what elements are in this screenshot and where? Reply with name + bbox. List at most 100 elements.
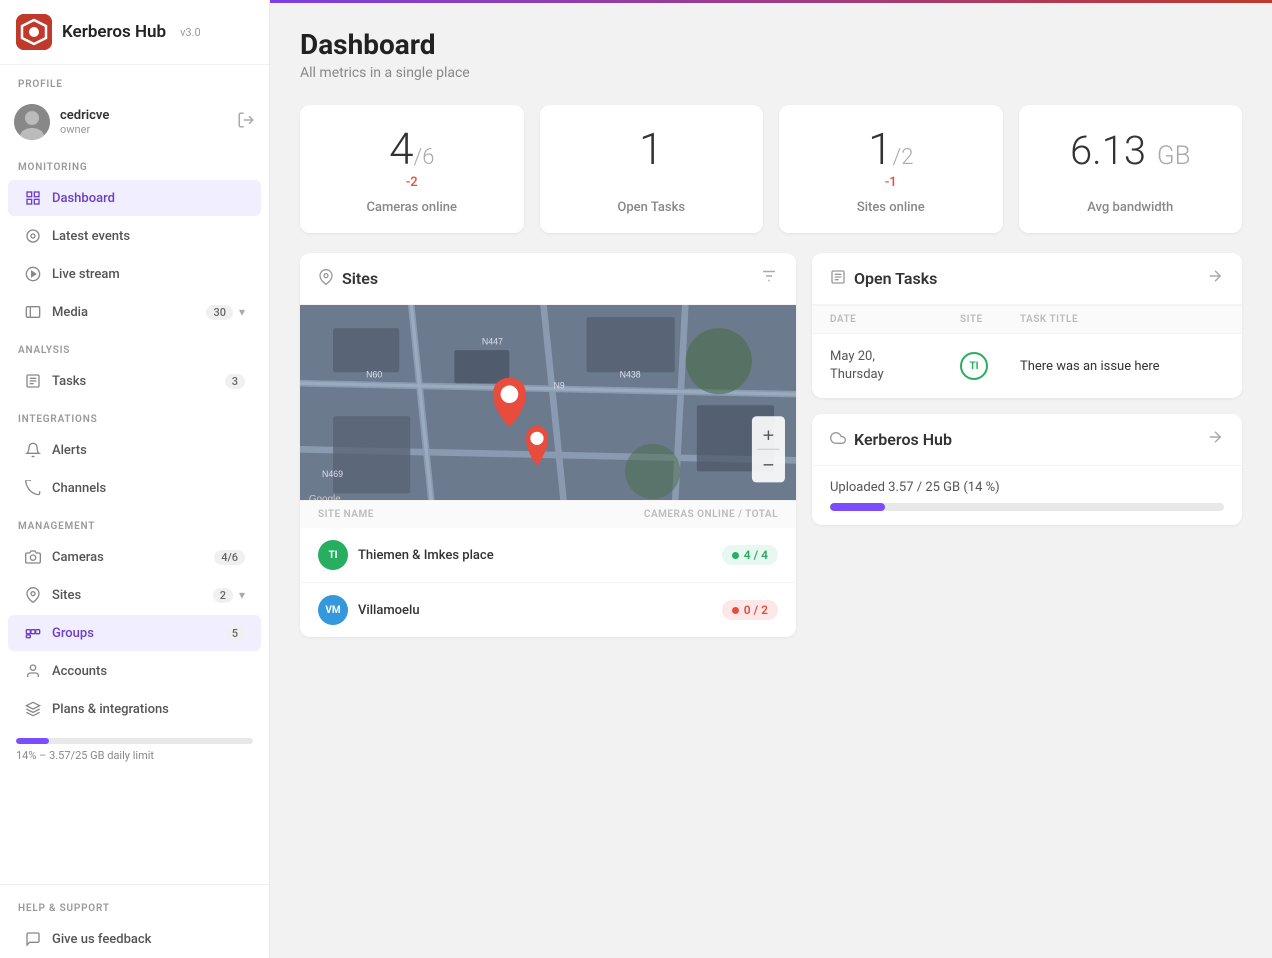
logo-icon [16,14,52,50]
bandwidth-value: 6.13 GB [1070,127,1191,171]
sidebar-item-dashboard[interactable]: Dashboard [8,180,261,216]
sidebar-item-groups[interactable]: Groups 5 [8,615,261,651]
site-row[interactable]: TI Thiemen & Imkes place 4 / 4 [300,528,796,582]
sidebar-item-latest-events[interactable]: Latest events [8,218,261,254]
sites-filter-button[interactable] [760,267,778,290]
sidebar-logo: Kerberos Hub v3.0 [0,0,269,65]
sites-value: 1/2 [868,127,913,171]
hub-bar-fill [830,503,885,511]
svg-text:N469: N469 [322,469,343,479]
status-dot-1 [732,552,739,559]
top-progress-bar [270,0,1272,3]
cameras-badge-1: 4 / 4 [722,545,778,565]
svg-text:−: − [763,454,775,476]
cameras-badge-2: 0 / 2 [722,600,778,620]
sidebar-item-live-stream[interactable]: Live stream [8,256,261,292]
hub-card-header: Kerberos Hub [812,414,1242,466]
hub-nav-button[interactable] [1206,428,1224,451]
sites-map: N60 N447 N9 N438 N469 [300,305,796,500]
monitoring-section-label: MONITORING [0,148,269,179]
tasks-nav-button[interactable] [1206,267,1224,290]
media-badge: 30 [206,305,233,320]
sidebar-item-sites[interactable]: Sites 2 ▾ [8,577,261,613]
svg-text:N60: N60 [366,370,382,380]
avatar [14,104,50,140]
dashboard-icon [24,189,42,207]
management-section-label: MANAGEMENT [0,507,269,538]
hub-card-title: Kerberos Hub [854,430,1198,449]
svg-text:N438: N438 [620,370,641,380]
accounts-label: Accounts [52,664,107,679]
help-section-label: HELP & SUPPORT [0,889,269,920]
site-name-cell: TI Thiemen & Imkes place [318,540,722,570]
profile-info: cedricve owner [60,108,227,136]
cameras-icon [24,548,42,566]
profile-row: cedricve owner [0,96,269,148]
svg-text:N9: N9 [554,381,565,391]
sidebar-item-cameras[interactable]: Cameras 4/6 [8,539,261,575]
tasks-badge: 3 [225,374,245,389]
plans-label: Plans & integrations [52,702,169,717]
task-row[interactable]: May 20, Thursday TI There was an issue h… [812,333,1242,398]
tasks-card-header: Open Tasks [812,253,1242,305]
right-col: Open Tasks DATE SITE TASK TITLE May 20, [812,253,1242,637]
cameras-label: Cameras online [366,200,457,215]
site-name-1: Thiemen & Imkes place [358,548,494,563]
cameras-value: 4/6 [389,127,434,171]
sidebar-item-alerts[interactable]: Alerts [8,432,261,468]
channels-icon [24,479,42,497]
hub-bar-track [830,503,1224,511]
site-avatar-vm: VM [318,595,348,625]
tasks-card-title: Open Tasks [854,269,1198,288]
status-dot-2 [732,607,739,614]
bandwidth-delta [1129,175,1132,190]
page-title: Dashboard [300,28,1242,61]
tasks-label: Tasks [52,374,86,389]
sidebar-item-accounts[interactable]: Accounts [8,653,261,689]
sites-card: Sites [300,253,796,637]
feedback-label: Give us feedback [52,932,151,947]
profile-section-label: PROFILE [0,65,269,96]
cameras-label: Cameras [52,550,104,565]
sidebar-item-feedback[interactable]: Give us feedback [8,921,261,957]
sites-table-header: SITE NAME CAMERAS ONLINE / TOTAL [300,500,796,528]
channels-label: Channels [52,481,106,496]
hub-storage-text: Uploaded 3.57 / 25 GB (14 %) [812,466,1242,503]
latest-events-label: Latest events [52,229,130,244]
sidebar-item-channels[interactable]: Channels [8,470,261,506]
app-name: Kerberos Hub [62,22,166,42]
sidebar-item-plans[interactable]: Plans & integrations [8,691,261,727]
svg-text:N447: N447 [482,337,503,347]
svg-text:Google: Google [309,494,341,500]
tasks-delta [650,175,653,190]
cameras-badge: 4/6 [214,550,245,565]
live-stream-icon [24,265,42,283]
sites-card-icon [318,269,334,289]
tasks-value: 1 [639,127,663,171]
dashboard-label: Dashboard [52,191,115,206]
hub-card: Kerberos Hub Uploaded 3.57 / 25 GB (14 %… [812,414,1242,525]
help-section: HELP & SUPPORT Give us feedback [0,884,269,958]
sidebar-item-tasks[interactable]: Tasks 3 [8,363,261,399]
profile-username: cedricve [60,108,227,123]
sites-chevron: ▾ [239,588,245,602]
metric-sites: 1/2 -1 Sites online [779,105,1003,233]
logout-button[interactable] [237,111,255,134]
groups-label: Groups [52,626,94,641]
sites-card-header: Sites [300,253,796,305]
site-row[interactable]: VM Villamoelu 0 / 2 [300,582,796,637]
alerts-label: Alerts [52,443,87,458]
task-site-badge: TI [960,352,988,380]
feedback-icon [24,930,42,948]
metric-bandwidth: 6.13 GB Avg bandwidth [1019,105,1243,233]
sidebar-item-media[interactable]: Media 30 ▾ [8,294,261,330]
alerts-icon [24,441,42,459]
sites-table: TI Thiemen & Imkes place 4 / 4 VM Villam… [300,528,796,637]
metric-tasks: 1 Open Tasks [540,105,764,233]
bottom-grid: Sites [300,253,1242,637]
profile-role: owner [60,123,227,136]
tasks-table-header: DATE SITE TASK TITLE [812,305,1242,333]
sites-badge: 2 [213,588,233,603]
sidebar: Kerberos Hub v3.0 PROFILE cedricve owner… [0,0,270,958]
site-avatar-ti: TI [318,540,348,570]
